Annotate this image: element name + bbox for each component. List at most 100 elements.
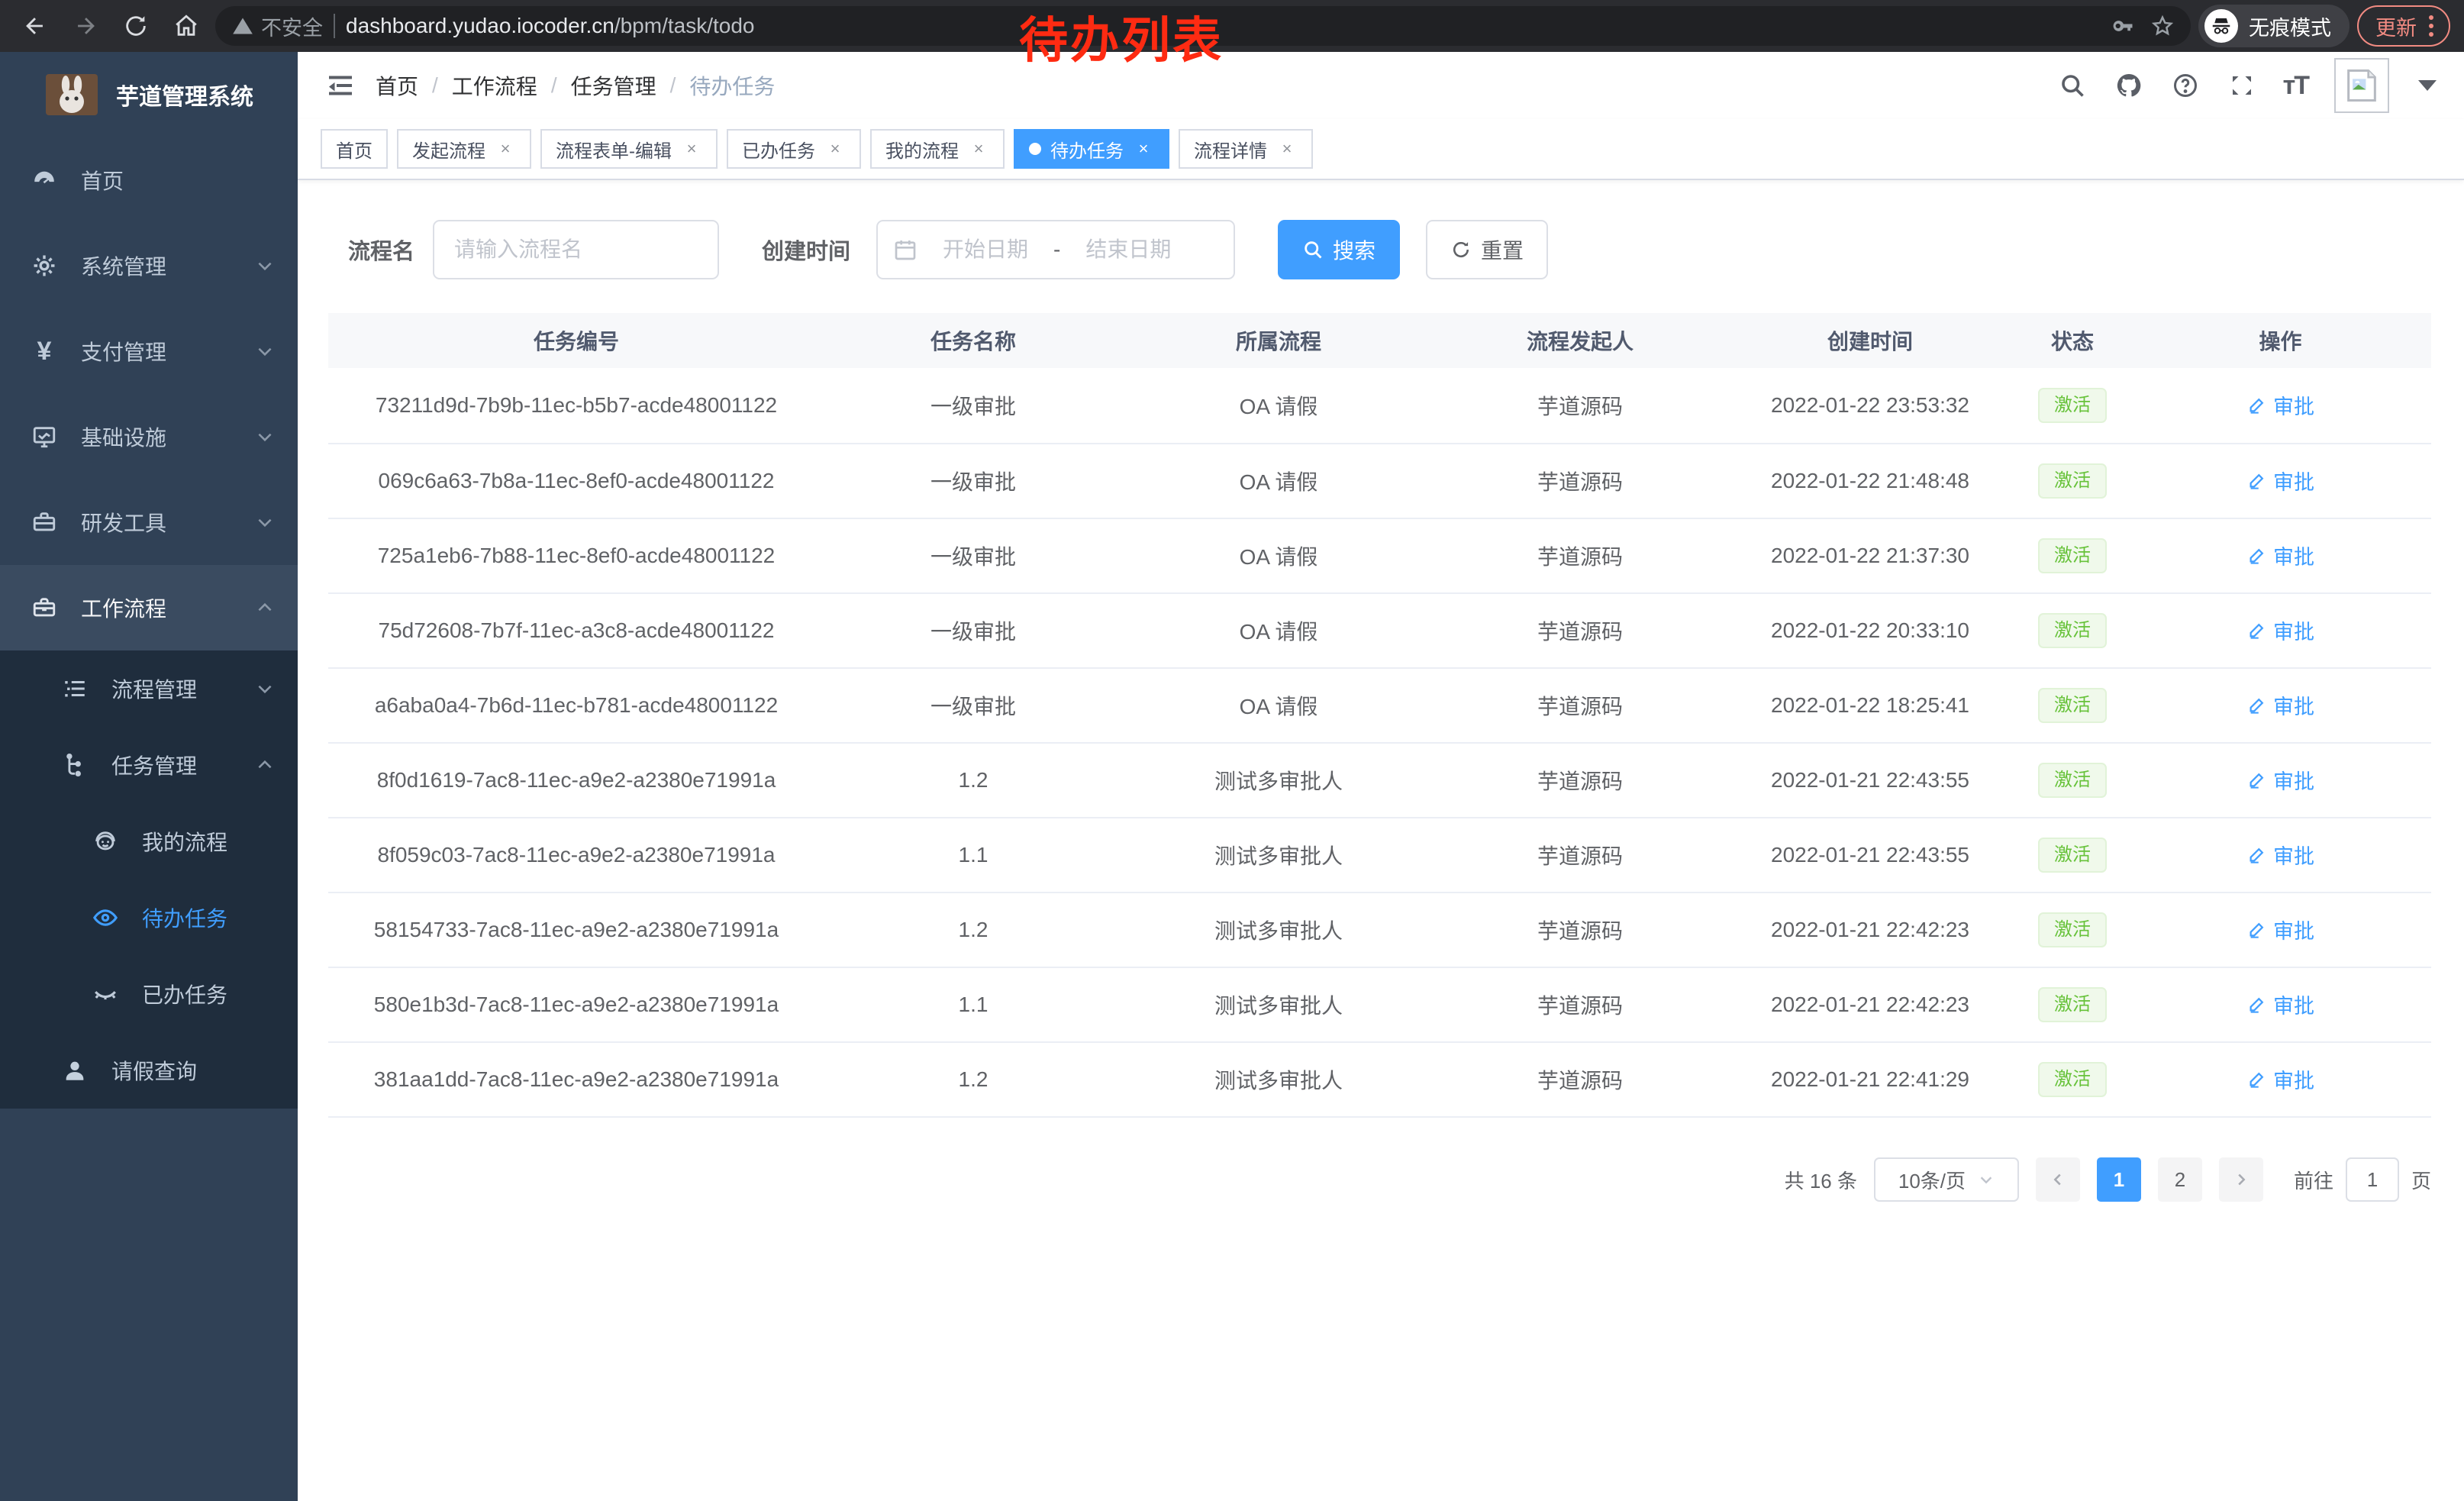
edit-pencil-icon: [2246, 395, 2267, 415]
sidebar-item-home[interactable]: 首页: [0, 137, 298, 223]
edit-pencil-icon: [2246, 844, 2267, 865]
close-icon[interactable]: ×: [681, 138, 702, 160]
goto-page-input[interactable]: [2346, 1157, 2399, 1202]
table-row: a6aba0a4-7b6d-11ec-b781-acde48001122 一级审…: [328, 667, 2431, 742]
eye-closed-icon: [92, 980, 119, 1008]
sidebar-item-workflow[interactable]: 工作流程: [0, 565, 298, 650]
process-name-input[interactable]: [433, 220, 719, 279]
list-tree-icon: [61, 675, 89, 702]
tab-process-detail[interactable]: 流程详情×: [1179, 129, 1313, 169]
next-page-button[interactable]: [2219, 1157, 2263, 1202]
approve-link[interactable]: 审批: [2246, 690, 2314, 720]
cell-create-time: 2022-01-21 22:42:23: [1725, 993, 2015, 1017]
prev-page-button[interactable]: [2036, 1157, 2080, 1202]
warning-icon: [232, 15, 253, 37]
briefcase-icon: [31, 594, 58, 621]
chevron-left-icon: [2050, 1171, 2066, 1188]
page-button-1[interactable]: 1: [2097, 1157, 2141, 1202]
tab-home[interactable]: 首页: [321, 129, 388, 169]
sidebar-collapse-icon[interactable]: [325, 70, 356, 101]
fullscreen-icon[interactable]: [2227, 70, 2257, 101]
workflow-submenu: 流程管理 任务管理 我的流程 待办任务: [0, 650, 298, 1109]
page-button-2[interactable]: 2: [2158, 1157, 2202, 1202]
search-icon: [1302, 239, 1324, 260]
breadcrumb-home[interactable]: 首页: [376, 70, 418, 101]
sidebar-item-infrastructure[interactable]: 基础设施: [0, 394, 298, 479]
update-label: 更新: [2375, 11, 2417, 41]
cell-starter: 芋道源码: [1435, 390, 1725, 421]
sidebar-item-dev-tools[interactable]: 研发工具: [0, 479, 298, 565]
date-range-picker[interactable]: -: [876, 220, 1235, 279]
browser-update-button[interactable]: 更新: [2357, 5, 2450, 47]
process-name-label: 流程名: [348, 234, 414, 266]
tab-my-process[interactable]: 我的流程×: [870, 129, 1005, 169]
browser-menu-icon[interactable]: [2429, 15, 2438, 37]
cell-task-id: 73211d9d-7b9b-11ec-b5b7-acde48001122: [328, 393, 824, 418]
password-key-icon[interactable]: [2111, 15, 2134, 37]
reset-button[interactable]: 重置: [1426, 220, 1548, 279]
sidebar-item-process-management[interactable]: 流程管理: [0, 650, 298, 727]
tab-form-edit[interactable]: 流程表单-编辑×: [540, 129, 718, 169]
app-logo[interactable]: 芋道管理系统: [0, 52, 298, 137]
approve-link[interactable]: 审批: [2246, 390, 2314, 420]
approve-link[interactable]: 审批: [2246, 765, 2314, 795]
approve-link[interactable]: 审批: [2246, 989, 2314, 1019]
end-date-input[interactable]: [1071, 237, 1185, 262]
status-badge: 激活: [2038, 463, 2107, 499]
approve-link[interactable]: 审批: [2246, 615, 2314, 645]
search-button[interactable]: 搜索: [1278, 220, 1400, 279]
cell-process: 测试多审批人: [1122, 1064, 1435, 1095]
close-icon[interactable]: ×: [495, 138, 516, 160]
close-icon[interactable]: ×: [1133, 138, 1154, 160]
sidebar-item-payment[interactable]: ¥ 支付管理: [0, 308, 298, 394]
close-icon[interactable]: ×: [824, 138, 846, 160]
approve-link[interactable]: 审批: [2246, 541, 2314, 570]
start-date-input[interactable]: [928, 237, 1043, 262]
browser-reload-button[interactable]: [114, 5, 157, 47]
sidebar-item-done-tasks[interactable]: 已办任务: [0, 956, 298, 1032]
search-icon[interactable]: [2057, 70, 2088, 101]
browser-home-button[interactable]: [165, 5, 208, 47]
app-title: 芋道管理系统: [116, 78, 253, 111]
avatar-dropdown-caret[interactable]: [2418, 80, 2437, 91]
sidebar-item-leave-query[interactable]: 请假查询: [0, 1032, 298, 1109]
close-icon[interactable]: ×: [968, 138, 989, 160]
sidebar-item-task-management[interactable]: 任务管理: [0, 727, 298, 803]
cell-create-time: 2022-01-22 23:53:32: [1725, 393, 2015, 418]
sidebar-item-system[interactable]: 系统管理: [0, 223, 298, 308]
github-icon[interactable]: [2114, 70, 2144, 101]
app-header: 首页 / 工作流程 / 任务管理 / 待办任务: [298, 52, 2464, 119]
approve-link[interactable]: 审批: [2246, 466, 2314, 495]
col-actions: 操作: [2130, 325, 2431, 356]
page-size-select[interactable]: 10条/页: [1874, 1157, 2019, 1202]
breadcrumb-task-management[interactable]: 任务管理: [571, 70, 656, 101]
browser-forward-button[interactable]: [64, 5, 107, 47]
breadcrumb-workflow[interactable]: 工作流程: [452, 70, 537, 101]
task-table: 任务编号 任务名称 所属流程 流程发起人 创建时间 状态 操作 73211d9d…: [328, 313, 2431, 1118]
sidebar-item-my-process[interactable]: 我的流程: [0, 803, 298, 880]
cell-create-time: 2022-01-22 18:25:41: [1725, 693, 2015, 718]
security-chip[interactable]: 不安全: [232, 11, 323, 41]
chevron-down-icon: [255, 512, 275, 532]
annotation-text: 待办列表: [1019, 2, 1224, 72]
tab-todo-tasks[interactable]: 待办任务×: [1014, 129, 1169, 169]
browser-toolbar: 不安全 dashboard.yudao.iocoder.cn/bpm/task/…: [0, 0, 2464, 52]
cell-task-name: 1.2: [824, 918, 1122, 942]
tab-done-tasks[interactable]: 已办任务×: [727, 129, 861, 169]
approve-link[interactable]: 审批: [2246, 915, 2314, 944]
cell-task-name: 1.2: [824, 1067, 1122, 1092]
close-icon[interactable]: ×: [1276, 138, 1298, 160]
browser-back-button[interactable]: [14, 5, 56, 47]
font-size-icon[interactable]: тT: [2283, 71, 2308, 101]
edit-pencil-icon: [2246, 1069, 2267, 1089]
table-row: 8f0d1619-7ac8-11ec-a9e2-a2380e71991a 1.2…: [328, 742, 2431, 817]
cell-create-time: 2022-01-21 22:43:55: [1725, 768, 2015, 792]
avatar[interactable]: [2334, 58, 2389, 113]
sidebar-item-todo-tasks[interactable]: 待办任务: [0, 880, 298, 956]
approve-link[interactable]: 审批: [2246, 1064, 2314, 1094]
approve-link[interactable]: 审批: [2246, 840, 2314, 870]
edit-pencil-icon: [2246, 545, 2267, 566]
bookmark-star-icon[interactable]: [2151, 15, 2174, 37]
help-icon[interactable]: [2170, 70, 2201, 101]
tab-start-process[interactable]: 发起流程×: [397, 129, 531, 169]
